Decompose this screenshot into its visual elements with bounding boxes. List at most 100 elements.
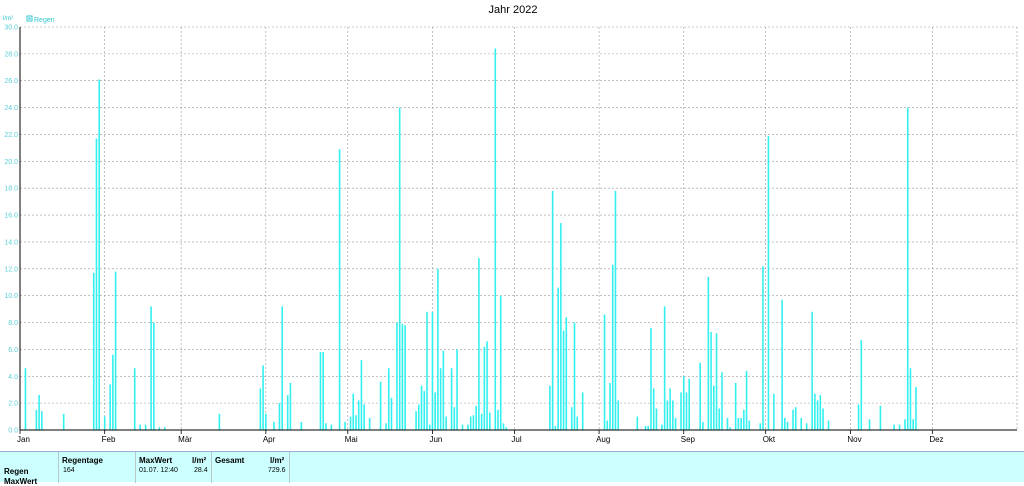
rain-bar — [24, 368, 27, 430]
rain-bar — [445, 416, 447, 430]
rain-bar — [726, 417, 729, 430]
summary-table: Regen MaxWert Regentage 164 MaxWert l/m²… — [0, 451, 1024, 486]
rain-bar — [480, 413, 483, 430]
rain-bar — [560, 223, 562, 430]
rain-bar — [379, 381, 382, 430]
x-tick-label: Apr — [263, 435, 276, 444]
rain-bar — [38, 395, 40, 430]
rain-bar — [912, 419, 914, 430]
rain-bar — [62, 413, 65, 430]
x-tick-label: Mär — [178, 435, 192, 444]
x-tick-label: Jan — [17, 435, 30, 444]
rain-bar — [551, 190, 554, 430]
bars — [24, 48, 917, 431]
rain-bar — [792, 409, 794, 430]
rain-bar — [680, 392, 682, 430]
y-tick-label: 6.0 — [8, 347, 18, 354]
rain-bar — [352, 393, 355, 430]
rain-bar — [565, 317, 568, 430]
rain-bar — [614, 190, 617, 430]
rain-bar — [857, 404, 860, 430]
rain-bar — [606, 420, 609, 430]
rain-bar — [609, 382, 611, 430]
rain-bar — [92, 272, 95, 430]
y-tick-label: 16.0 — [4, 213, 18, 220]
y-tick-label: 4.0 — [8, 374, 18, 381]
rain-bar — [906, 107, 909, 430]
chart-title: Jahr 2022 — [489, 4, 538, 16]
rain-bar — [611, 264, 614, 430]
rain-bar — [418, 404, 420, 430]
rain-bar — [773, 393, 775, 430]
x-tick-label: Jul — [511, 435, 521, 444]
rain-bar — [743, 409, 745, 430]
rain-bar — [636, 416, 639, 430]
rain-bar — [286, 395, 289, 430]
rain-chart: Jahr 2022 l/m² Regen 0.0 2.0 4.0 6.0 8.0 10.0… — [3, 4, 1018, 444]
rain-bar — [273, 421, 275, 430]
x-tick-label: Jun — [429, 435, 442, 444]
rain-bar — [814, 393, 816, 430]
value-maxwert-date: 01.07. 12:40 — [139, 467, 178, 474]
rain-bar — [715, 333, 718, 430]
rain-bar — [401, 323, 404, 430]
rain-bar — [674, 417, 677, 430]
x-axis-ticks: Jan Feb Mär Apr Mai Jun Jul Aug Sep Okt Nov Dez — [17, 430, 944, 444]
rain-bar — [385, 423, 387, 430]
y-axis-unit: l/m² — [3, 16, 13, 22]
rain-bar — [819, 395, 822, 430]
rain-bar — [396, 322, 398, 430]
rain-bar — [576, 416, 579, 430]
rain-bar — [486, 341, 488, 430]
rain-bar — [672, 400, 674, 430]
rain-bar — [702, 421, 704, 430]
y-tick-label: 0.0 — [8, 428, 18, 435]
rain-bar — [562, 330, 565, 430]
rain-bar — [357, 400, 360, 430]
rain-bar — [338, 149, 341, 431]
rain-bar — [827, 420, 830, 430]
rain-bar — [98, 79, 101, 430]
rain-bar — [278, 403, 281, 430]
y-tick-label: 14.0 — [4, 239, 18, 246]
rain-bar — [707, 276, 710, 430]
rain-bar — [718, 408, 721, 430]
rain-bar — [368, 417, 371, 430]
rain-bar — [420, 385, 423, 430]
rain-bar — [103, 416, 106, 430]
rain-bar — [439, 368, 442, 430]
rain-bar — [434, 392, 436, 430]
rain-bar — [710, 331, 712, 430]
header-maxwert-unit: l/m² — [192, 456, 207, 465]
legend-label: Regen — [34, 17, 55, 24]
rain-bar — [431, 311, 434, 430]
grid — [20, 26, 1018, 430]
x-tick-label: Dez — [929, 435, 943, 444]
rain-bar — [502, 423, 505, 430]
rain-bar — [786, 421, 789, 430]
y-tick-label: 8.0 — [8, 320, 18, 327]
x-tick-label: Mai — [345, 435, 358, 444]
rain-bar — [469, 416, 472, 430]
rain-bar — [144, 424, 147, 430]
rain-bar — [898, 424, 901, 430]
value-regentage: 164 — [63, 467, 75, 474]
rain-bar — [344, 421, 346, 430]
rain-bar — [360, 360, 363, 430]
rain-bar — [265, 413, 267, 430]
rain-bar — [494, 48, 497, 431]
value-gesamt: 729.6 — [268, 467, 286, 474]
rain-bar — [478, 258, 480, 430]
rain-bar — [822, 408, 824, 430]
rain-bar — [688, 378, 691, 430]
rain-bar — [661, 424, 663, 430]
x-tick-label: Okt — [763, 435, 776, 444]
rain-bar — [713, 385, 715, 430]
rain-bar — [426, 311, 428, 430]
rain-bar — [860, 340, 863, 430]
rain-bar — [904, 419, 906, 430]
rain-bar — [721, 372, 723, 430]
rain-bar — [499, 295, 502, 430]
y-tick-label: 26.0 — [4, 78, 18, 85]
rain-bar — [603, 314, 606, 430]
